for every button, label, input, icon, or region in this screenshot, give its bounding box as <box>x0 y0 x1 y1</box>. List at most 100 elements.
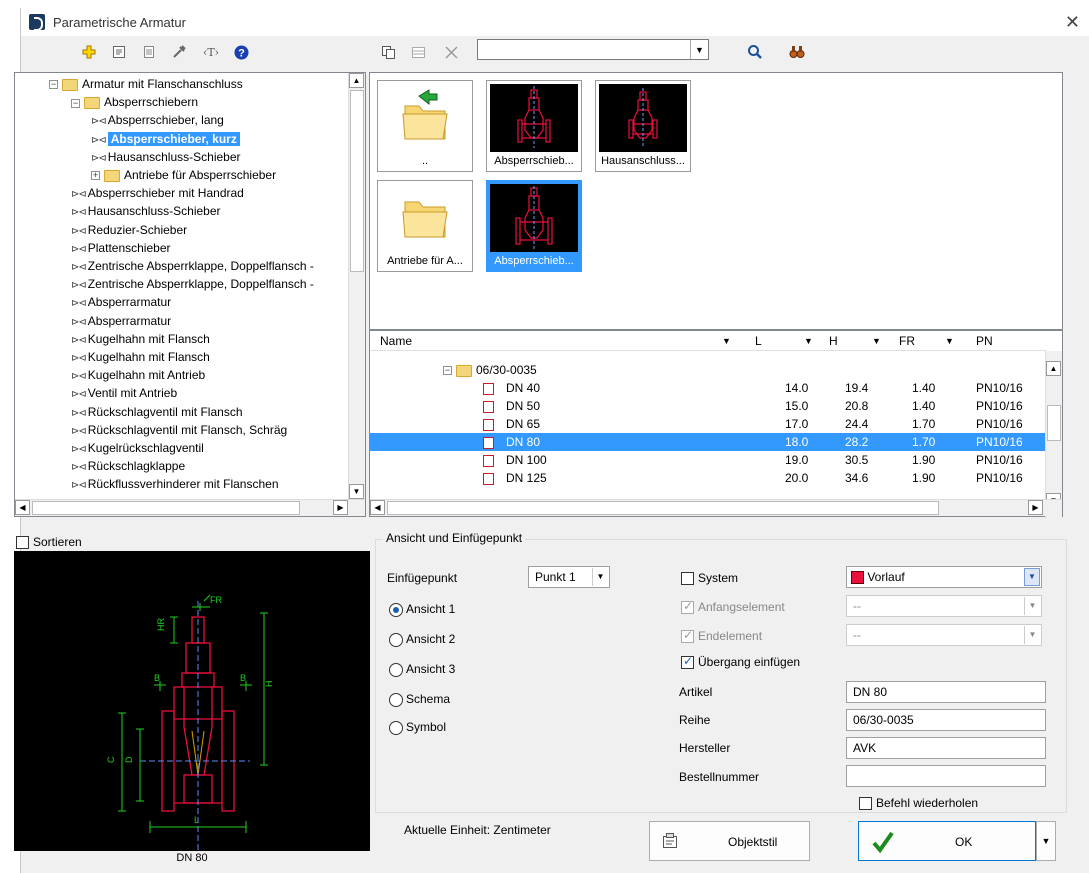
tree-item[interactable]: ⊳⊲ Absperrarmatur <box>71 293 171 311</box>
text-icon[interactable]: ‹T› <box>201 42 221 62</box>
tile-valve-2[interactable]: Hausanschluss... <box>595 80 691 172</box>
binoculars-icon[interactable] <box>787 42 807 62</box>
radio-icon[interactable] <box>389 692 403 707</box>
scroll-thumb[interactable] <box>350 90 364 272</box>
scroll-up-icon[interactable]: ▲ <box>1046 361 1061 376</box>
radio-view-option[interactable]: Ansicht 3 <box>389 662 455 677</box>
add-icon[interactable] <box>79 42 99 62</box>
list-group-row[interactable]: − 06/30-0035 <box>370 361 1046 379</box>
system-checkbox[interactable]: System <box>681 571 738 586</box>
tree-item[interactable]: ⊳⊲ Kugelhahn mit Flansch <box>71 348 210 366</box>
tree-item[interactable]: ⊳⊲ Rückflussverhinderer mit Flanschen <box>71 475 279 493</box>
checkbox-icon[interactable] <box>16 536 29 550</box>
tree-item[interactable]: ⊳⊲ Plattenschieber <box>71 239 170 257</box>
properties-icon[interactable] <box>109 42 129 62</box>
list-horizontal-scrollbar[interactable]: ◀ ▶ <box>370 499 1062 516</box>
artikel-field[interactable]: DN 80 <box>846 681 1046 703</box>
tree-item[interactable]: ⊳⊲ Rückschlagventil mit Flansch <box>71 403 243 421</box>
tree-item[interactable]: ⊳⊲ Absperrschieber mit Handrad <box>71 184 244 202</box>
tree-item[interactable]: ⊳⊲ Ventil mit Antrieb <box>71 384 177 402</box>
category-tree[interactable]: − Armatur mit Flanschanschluss − Absperrsch… <box>14 72 366 517</box>
column-header-h[interactable]: H <box>829 334 838 348</box>
column-header-l[interactable]: L <box>755 334 762 348</box>
search-icon[interactable] <box>745 42 765 62</box>
close-button[interactable]: ✕ <box>1065 12 1080 33</box>
checkbox-icon[interactable] <box>681 628 694 644</box>
list-row[interactable]: DN 80 18.0 28.2 1.70 PN10/16 <box>370 433 1046 451</box>
help-icon[interactable]: ? <box>231 42 251 62</box>
radio-view-option[interactable]: Ansicht 2 <box>389 632 455 647</box>
chevron-down-icon[interactable]: ▼ <box>1024 597 1040 615</box>
tree-item[interactable]: ⊳⊲ Kugelhahn mit Flansch <box>71 330 210 348</box>
tree-item[interactable]: ⊳⊲ Rückschlagklappe <box>71 457 185 475</box>
tree-item[interactable]: ⊳⊲ Absperrarmatur <box>71 312 171 330</box>
chevron-down-icon[interactable]: ▼ <box>592 568 608 586</box>
tree-vertical-scrollbar[interactable]: ▲ ▼ <box>348 73 365 499</box>
scroll-up-icon[interactable]: ▲ <box>349 73 364 88</box>
tree-item[interactable]: ⊳⊲ Zentrische Absperrklappe, Doppelflansc… <box>71 275 314 293</box>
chevron-down-icon[interactable]: ▼ <box>690 40 708 59</box>
list-row[interactable]: DN 125 20.0 34.6 1.90 PN10/16 <box>370 469 1046 487</box>
tree-item[interactable]: ⊳⊲ Absperrschieber, lang <box>91 111 224 129</box>
chevron-down-icon[interactable]: ▼ <box>1024 626 1040 644</box>
chevron-down-icon[interactable]: ▼ <box>804 336 813 346</box>
einfuegepunkt-select[interactable]: Punkt 1 ▼ <box>528 566 610 588</box>
tree-folder[interactable]: + Antriebe für Absperrschieber <box>91 166 276 184</box>
chevron-down-icon[interactable]: ▼ <box>722 336 731 346</box>
tree-folder[interactable]: − Armatur mit Flanschanschluss <box>49 75 243 93</box>
checkbox-icon[interactable] <box>859 797 872 811</box>
tree-item[interactable]: ⊳⊲ Absperrschieber, kurz <box>91 130 240 148</box>
endelement-select[interactable]: -- ▼ <box>846 624 1042 646</box>
scroll-right-icon[interactable]: ▶ <box>1028 500 1043 515</box>
scroll-thumb[interactable] <box>32 501 300 515</box>
scroll-thumb[interactable] <box>1047 405 1061 441</box>
scroll-left-icon[interactable]: ◀ <box>15 500 30 515</box>
reihe-field[interactable]: 06/30-0035 <box>846 709 1046 731</box>
tile-valve-selected[interactable]: Absperrschieb... <box>486 180 582 272</box>
tree-item[interactable]: ⊳⊲ Reduzier-Schieber <box>71 221 187 239</box>
tree-item[interactable]: ⊳⊲ Hausanschluss-Schieber <box>71 202 221 220</box>
list-row[interactable]: DN 65 17.0 24.4 1.70 PN10/16 <box>370 415 1046 433</box>
radio-icon[interactable] <box>389 662 403 677</box>
chevron-down-icon[interactable]: ▼ <box>945 336 954 346</box>
tree-folder[interactable]: − Absperrschiebern <box>71 93 198 111</box>
scroll-right-icon[interactable]: ▶ <box>333 500 348 515</box>
checkbox-icon[interactable] <box>681 654 694 670</box>
wiederholen-checkbox[interactable]: Befehl wiederholen <box>859 796 978 811</box>
hersteller-field[interactable]: AVK <box>846 737 1046 759</box>
chevron-down-icon[interactable]: ▼ <box>872 336 881 346</box>
radio-view-option[interactable]: Symbol <box>389 720 446 735</box>
radio-view-option[interactable]: Ansicht 1 <box>389 602 455 617</box>
uebergang-checkbox[interactable]: Übergang einfügen <box>681 654 800 670</box>
ok-button[interactable]: OK <box>858 821 1036 861</box>
sort-checkbox[interactable]: Sortieren <box>16 535 82 550</box>
delete-icon[interactable] <box>441 42 461 62</box>
scroll-down-icon[interactable]: ▼ <box>349 484 364 499</box>
scroll-left-icon[interactable]: ◀ <box>370 500 385 515</box>
scroll-thumb[interactable] <box>387 501 939 515</box>
tile-valve-1[interactable]: Absperrschieb... <box>486 80 582 172</box>
column-header-pn[interactable]: PN <box>976 334 993 348</box>
document-icon[interactable] <box>139 42 159 62</box>
collapse-icon[interactable]: − <box>71 98 80 108</box>
column-header-fr[interactable]: FR <box>899 334 915 348</box>
radio-icon[interactable] <box>389 632 403 647</box>
checkbox-icon[interactable] <box>681 572 694 586</box>
tools-icon[interactable] <box>169 42 189 62</box>
anfangselement-checkbox[interactable]: Anfangselement <box>681 599 785 615</box>
tree-item[interactable]: ⊳⊲ Rückschlagventil mit Flansch, Schräg <box>71 421 287 439</box>
table-icon[interactable] <box>408 42 428 62</box>
tile-folder-up[interactable]: .. <box>377 80 473 172</box>
bestellnummer-field[interactable] <box>846 765 1046 787</box>
system-select[interactable]: Vorlauf ▼ <box>846 566 1042 588</box>
icon-view[interactable]: .. Absperrschieb... Hausanschluss... Ant… <box>369 72 1063 330</box>
endelement-checkbox[interactable]: Endelement <box>681 628 762 644</box>
chevron-down-icon[interactable]: ▼ <box>1024 568 1040 586</box>
objektstil-button[interactable]: Objektstil <box>649 821 810 861</box>
list-row[interactable]: DN 40 14.0 19.4 1.40 PN10/16 <box>370 379 1046 397</box>
tree-item[interactable]: ⊳⊲ Hausanschluss-Schieber <box>91 148 241 166</box>
copy-icon[interactable] <box>378 42 398 62</box>
column-header-name[interactable]: Name <box>380 334 412 348</box>
expand-icon[interactable]: + <box>91 171 100 181</box>
tree-horizontal-scrollbar[interactable]: ◀ ▶ <box>15 499 365 516</box>
